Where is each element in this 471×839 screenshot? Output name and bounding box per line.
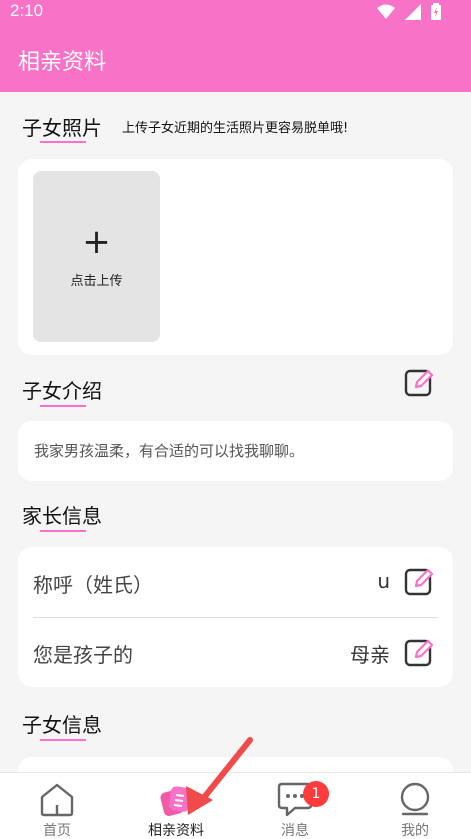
messages-badge: 1 bbox=[303, 781, 329, 807]
intro-title-underline bbox=[40, 405, 86, 407]
row-divider bbox=[33, 617, 438, 618]
tab-messages[interactable]: 消息 bbox=[236, 773, 354, 839]
upload-photo-button[interactable]: + 点击上传 bbox=[33, 171, 160, 342]
tab-mine[interactable]: 我的 bbox=[356, 773, 471, 839]
surname-value: u bbox=[377, 569, 390, 593]
status-time: 2:10 bbox=[10, 1, 44, 20]
tab-mine-label: 我的 bbox=[401, 823, 429, 839]
tab-home-label: 首页 bbox=[43, 823, 71, 839]
child-title-underline bbox=[40, 739, 86, 741]
child-section-title: 子女信息 bbox=[22, 713, 102, 737]
tab-profile[interactable]: 相亲资料 bbox=[117, 773, 235, 839]
edit-icon[interactable] bbox=[404, 566, 434, 596]
app-bar: 相亲资料 bbox=[0, 24, 471, 92]
status-bar: 2:10 bbox=[0, 0, 471, 24]
person-icon bbox=[400, 782, 430, 816]
relation-label: 您是孩子的 bbox=[33, 643, 133, 667]
edit-icon[interactable] bbox=[404, 637, 434, 667]
tab-messages-label: 消息 bbox=[281, 823, 309, 839]
home-icon bbox=[40, 783, 74, 817]
bottom-tab-bar: 首页 相亲资料 消息 我的 bbox=[0, 772, 471, 839]
tab-profile-label: 相亲资料 bbox=[148, 823, 204, 839]
upload-label: 点击上传 bbox=[70, 274, 123, 289]
photos-hint: 上传子女近期的生活照片更容易脱单哦! bbox=[122, 121, 349, 136]
edit-icon[interactable] bbox=[404, 367, 434, 397]
intro-section-title: 子女介绍 bbox=[22, 379, 102, 403]
parent-title-underline bbox=[40, 530, 86, 532]
tab-home[interactable]: 首页 bbox=[0, 773, 116, 839]
page-title: 相亲资料 bbox=[18, 50, 107, 75]
photos-section-title: 子女照片 bbox=[22, 116, 102, 140]
signal-icon bbox=[405, 3, 421, 20]
parent-section-title: 家长信息 bbox=[22, 504, 102, 528]
wifi-icon bbox=[377, 4, 395, 19]
battery-icon bbox=[431, 3, 441, 20]
photos-title-underline bbox=[40, 141, 86, 143]
status-icons bbox=[377, 3, 441, 20]
intro-text: 我家男孩温柔，有合适的可以找我聊聊。 bbox=[34, 442, 305, 460]
relation-value: 母亲 bbox=[350, 643, 390, 667]
plus-icon: + bbox=[82, 222, 111, 262]
profile-cards-icon bbox=[160, 786, 191, 817]
surname-label: 称呼（姓氏） bbox=[33, 573, 153, 597]
